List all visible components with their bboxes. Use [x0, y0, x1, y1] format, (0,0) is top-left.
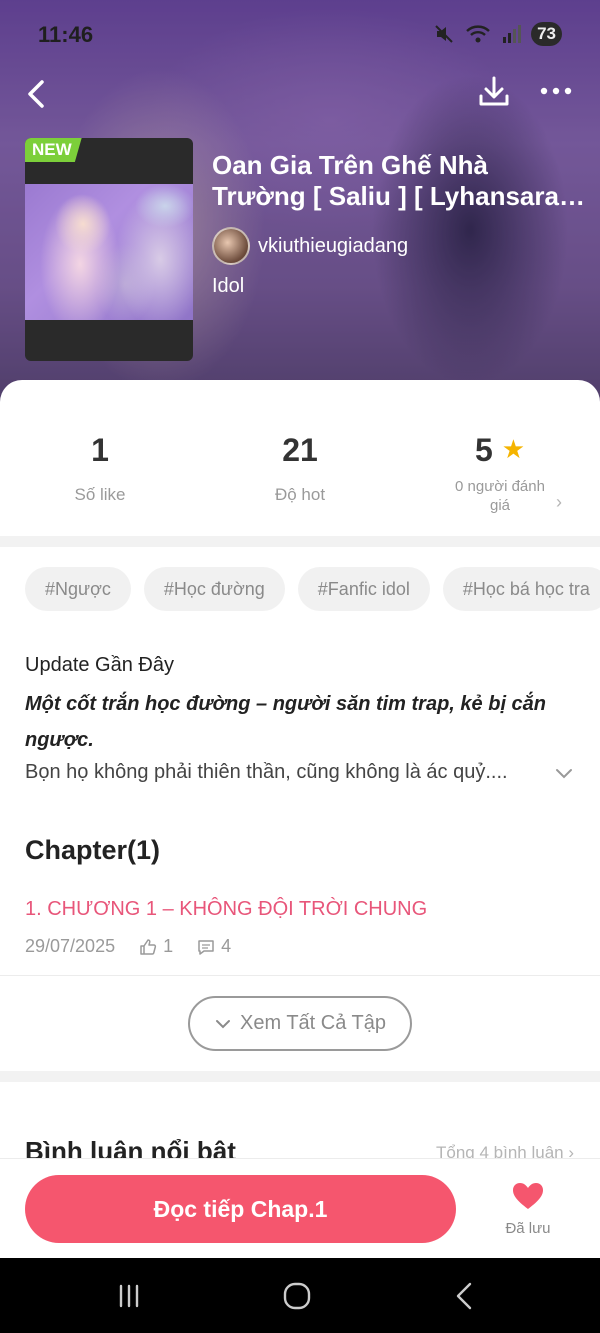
- tag-chip[interactable]: #Học đường: [143, 567, 285, 611]
- system-nav-bar: [0, 1258, 600, 1333]
- stat-likes-value: 1: [91, 432, 109, 468]
- description-body: Bọn họ không phải thiên thần, cũng không…: [25, 761, 508, 783]
- bottom-action-bar: Đọc tiếp Chap.1 Đã lưu: [0, 1158, 600, 1258]
- heart-icon: [513, 1183, 543, 1209]
- stat-hot: 21 Độ hot: [200, 432, 400, 505]
- tag-chip[interactable]: #Fanfic idol: [297, 567, 430, 611]
- section-divider: [0, 1071, 600, 1082]
- description-highlight: Một cốt trắn học đường – người săn tim t…: [25, 693, 547, 751]
- chevron-right-icon: ›: [556, 492, 562, 512]
- saved-label: Đã lưu: [505, 1220, 551, 1237]
- recent-apps-icon[interactable]: [113, 1280, 145, 1312]
- tag-list: #Ngược #Học đường #Fanfic idol #Học bá h…: [25, 567, 600, 611]
- chevron-down-icon[interactable]: [552, 762, 576, 786]
- status-icons: 73: [433, 22, 562, 46]
- saved-button[interactable]: Đã lưu: [498, 1181, 558, 1237]
- chapter-heading: Chapter(1): [25, 835, 161, 865]
- stat-hot-label: Độ hot: [274, 485, 326, 504]
- continue-reading-button[interactable]: Đọc tiếp Chap.1: [25, 1175, 456, 1243]
- chapter-comments: 4: [221, 936, 232, 956]
- author-row[interactable]: vkiuthieugiadang: [212, 227, 408, 265]
- chapter-divider: [0, 975, 600, 976]
- stat-likes-label: Số like: [74, 485, 126, 504]
- download-icon[interactable]: [476, 74, 512, 110]
- tag-chip[interactable]: #Học bá học tra: [442, 567, 600, 611]
- story-title: Oan Gia Trên Ghế Nhà Trường [ Saliu ] [ …: [212, 150, 587, 212]
- chevron-down-icon: [216, 1019, 230, 1028]
- back-icon[interactable]: [22, 76, 52, 112]
- author-name: vkiuthieugiadang: [258, 234, 409, 257]
- chapter-likes: 1: [163, 936, 174, 956]
- new-badge: NEW: [25, 138, 82, 162]
- home-icon[interactable]: [281, 1280, 313, 1312]
- wifi-icon: [466, 25, 490, 43]
- comment-icon: [198, 939, 214, 955]
- signal-icon: [503, 25, 522, 43]
- story-title-line2: Trường [ Saliu ] [ Lyhansara ...: [212, 181, 587, 211]
- battery-badge: 73: [531, 22, 562, 46]
- mute-icon: [435, 25, 453, 43]
- stat-rating-row: 5 ★: [400, 432, 600, 469]
- more-icon[interactable]: [536, 76, 576, 106]
- status-bar: 11:46 73: [0, 0, 600, 68]
- see-all-chapters-button[interactable]: Xem Tất Cả Tập: [188, 996, 412, 1051]
- stats-row: 1 Số like 21 Độ hot 5 ★ 0 người đánh giá…: [0, 432, 600, 532]
- top-nav: [0, 68, 600, 118]
- description-heading: Update Gần Đây: [25, 654, 174, 676]
- story-title-line1: Oan Gia Trên Ghế Nhà: [212, 150, 488, 180]
- chapter-meta: 29/07/2025 1 4: [25, 936, 231, 957]
- section-divider: [0, 536, 600, 547]
- chapter-link[interactable]: 1. CHƯƠNG 1 – KHÔNG ĐỘI TRỜI CHUNG: [25, 898, 427, 921]
- cover-art: [25, 184, 193, 320]
- stat-hot-value: 21: [282, 432, 318, 468]
- stat-rating[interactable]: 5 ★ 0 người đánh giá: [400, 432, 600, 515]
- status-time: 11:46: [38, 22, 94, 47]
- tag-chip[interactable]: #Ngược: [25, 567, 131, 611]
- thumbs-up-icon: [140, 938, 157, 955]
- stat-rating-value: 5: [475, 432, 493, 468]
- cover-image[interactable]: [25, 138, 193, 361]
- see-all-label: Xem Tất Cả Tập: [240, 1012, 386, 1034]
- stat-rating-label: 0 người đánh giá: [455, 478, 545, 514]
- genre-label: Idol: [212, 275, 245, 297]
- stat-likes: 1 Số like: [0, 432, 200, 505]
- chapter-date: 29/07/2025: [25, 936, 116, 956]
- star-icon: ★: [501, 434, 525, 464]
- avatar: [212, 227, 250, 265]
- system-back-icon[interactable]: [450, 1280, 482, 1312]
